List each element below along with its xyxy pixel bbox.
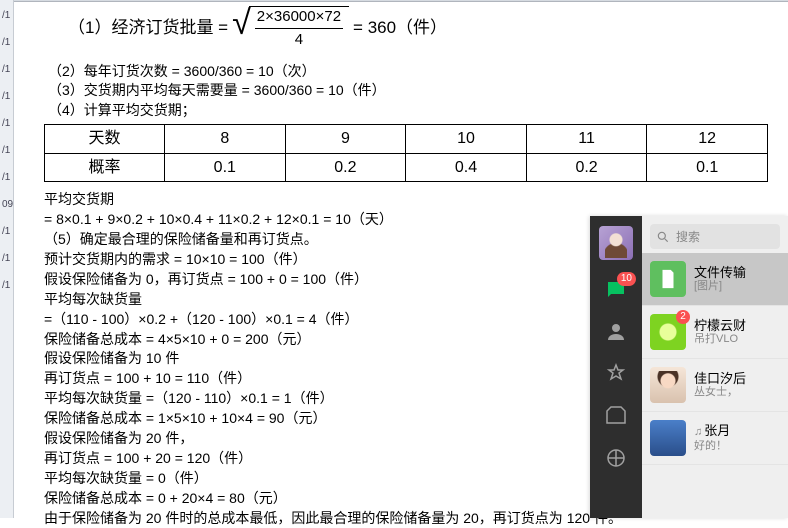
user-avatar[interactable] [599,226,633,260]
search-icon [656,230,670,244]
chat-item-zhangyue[interactable]: ♫张月 好的！ [642,412,788,465]
wechat-sidebar: 10 [590,216,642,518]
formula-result: = 360（件） [353,17,447,40]
fraction-numerator: 2×36000×72 [255,7,343,28]
wechat-panel: 10 搜索 文件传输 [图片] [590,216,788,518]
formula-label: （1）经济订货批量 = [68,17,228,40]
contact-avatar-icon [650,420,686,456]
lemon-avatar-icon: 2 [650,314,686,350]
chat-item-file-transfer[interactable]: 文件传输 [图片] [642,253,788,306]
chat-badge: 10 [617,272,636,286]
moments-icon[interactable] [604,446,628,470]
formula-eoq: （1）经济订货批量 = √ 2×36000×72 4 = 360（件） [44,2,768,61]
unread-badge: 2 [676,310,690,324]
chat-icon[interactable]: 10 [604,278,628,302]
text-line: 平均交货期 [44,190,768,209]
chat-name: 文件传输 [694,265,746,281]
row-label: 概率 [45,153,165,182]
left-ruler: /1/1/1/1/1/1/109/1/1/1 [0,0,14,518]
chat-preview: [图片] [694,280,746,293]
chat-preview: 好的！ [694,440,730,453]
table-row: 天数 8 9 10 11 12 [45,125,768,154]
chat-name: ♫张月 [694,423,730,439]
probability-table: 天数 8 9 10 11 12 概率 0.1 0.2 0.4 0.2 0.1 [44,124,768,182]
search-input[interactable]: 搜索 [650,224,780,249]
chat-preview: 丛女士， [694,386,746,399]
sqrt-expression: √ 2×36000×72 4 [232,6,349,51]
row-label: 天数 [45,125,165,154]
favorites-icon[interactable] [604,362,628,386]
contacts-icon[interactable] [604,320,628,344]
chat-name: 佳口汐后 [694,371,746,387]
text-line: （2）每年订货次数 = 3600/360 = 10（次） [44,62,768,81]
chat-name: 柠檬云财 [694,318,746,334]
chat-item-lemon[interactable]: 2 柠檬云财 吊打VLO [642,306,788,359]
text-line: （3）交货期内平均每天需要量 = 3600/360 = 10（件） [44,81,768,100]
chat-item-jiaxihou[interactable]: 佳口汐后 丛女士， [642,359,788,412]
music-note-icon: ♫ [694,426,702,438]
contact-avatar-icon [650,367,686,403]
search-placeholder: 搜索 [676,228,700,245]
chat-preview: 吊打VLO [694,333,746,346]
files-icon[interactable] [604,404,628,428]
file-transfer-icon [650,261,686,297]
table-row: 概率 0.1 0.2 0.4 0.2 0.1 [45,153,768,182]
fraction-denominator: 4 [255,28,343,50]
wechat-chatlist: 搜索 文件传输 [图片] 2 柠檬云财 吊打VLO 佳口汐后 丛 [642,216,788,518]
text-line: （4）计算平均交货期； [44,101,768,120]
